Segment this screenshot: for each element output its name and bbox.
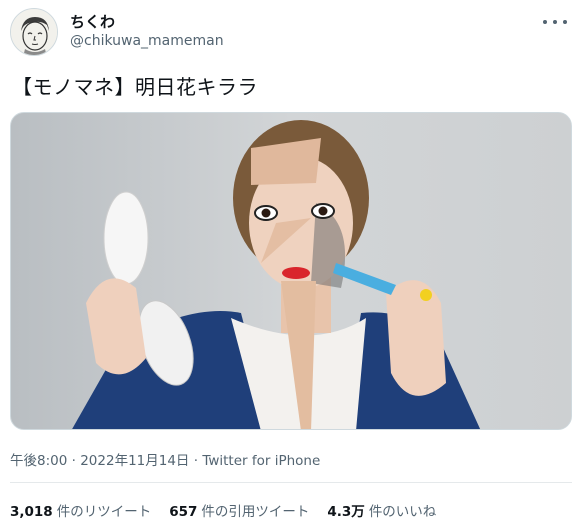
engagement-stats: 3,018 件のリツイート 657 件の引用ツイート 4.3万 件のいいね [10, 500, 436, 520]
display-name[interactable]: ちくわ [70, 11, 115, 32]
more-options-icon[interactable] [543, 14, 567, 30]
quotes-count: 657 [169, 504, 198, 520]
dot [553, 20, 557, 24]
separator: · [71, 453, 76, 469]
tweet-source-link[interactable]: Twitter for iPhone [202, 453, 320, 469]
tweet-date[interactable]: 2022年11月14日 [80, 453, 189, 469]
retweets-stat[interactable]: 3,018 件のリツイート [10, 500, 151, 520]
dot [543, 20, 547, 24]
retweets-label: 件のリツイート [56, 504, 152, 520]
tweet-timestamp: 午後8:00 · 2022年11月14日 · Twitter for iPhon… [10, 449, 320, 469]
separator: · [193, 453, 199, 469]
quote-tweets-stat[interactable]: 657 件の引用ツイート [169, 500, 309, 520]
likes-count: 4.3万 [327, 504, 365, 520]
hand-drawn-face-avatar-icon [11, 9, 57, 55]
tweet-text: 【モノマネ】明日花キララ [12, 75, 258, 99]
divider [10, 482, 572, 483]
photo-illustration [11, 113, 571, 429]
likes-label: 件のいいね [368, 504, 437, 520]
dot [563, 20, 567, 24]
quotes-label: 件の引用ツイート [201, 504, 310, 520]
user-handle[interactable]: @chikuwa_mameman [70, 33, 224, 49]
tweet-time[interactable]: 午後8:00 [10, 453, 67, 469]
avatar[interactable] [10, 8, 58, 56]
likes-stat[interactable]: 4.3万 件のいいね [327, 500, 436, 520]
retweets-count: 3,018 [10, 504, 53, 520]
tweet-photo[interactable] [10, 112, 572, 430]
